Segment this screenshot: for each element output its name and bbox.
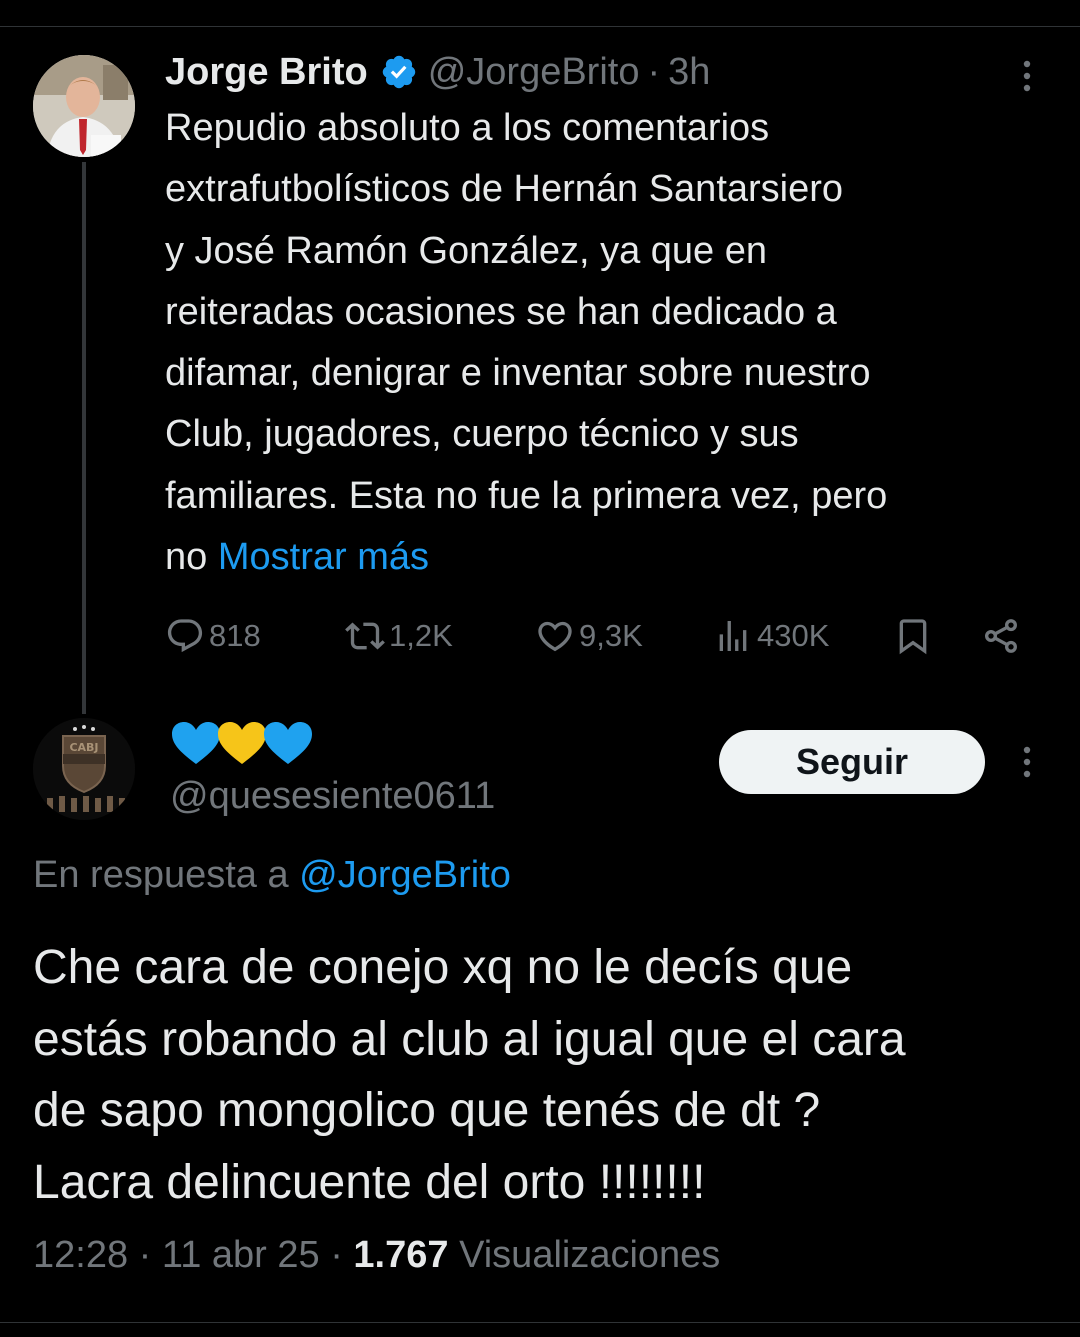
meta-separator: · bbox=[138, 1234, 152, 1276]
share-button[interactable] bbox=[981, 606, 1021, 666]
tweet-text-last-line: no Mostrar más bbox=[165, 527, 1060, 588]
share-icon bbox=[985, 619, 1017, 653]
views-button[interactable]: 430K bbox=[713, 606, 829, 666]
reply-metadata: 12:28 · 11 abr 25 · 1.767 Visualizacione… bbox=[33, 1234, 720, 1277]
reply-icon bbox=[167, 619, 203, 653]
reply-to-prefix: En respuesta a bbox=[33, 854, 289, 896]
reply-display-name[interactable] bbox=[170, 716, 312, 772]
avatar[interactable] bbox=[33, 55, 135, 157]
club-crest-avatar: CABJ bbox=[33, 718, 135, 820]
header-separator: · bbox=[647, 50, 661, 93]
views-count: 430K bbox=[757, 618, 830, 653]
tweet-timestamp[interactable]: 3h bbox=[668, 51, 710, 94]
tweet-text-line: y José Ramón González, ya que en bbox=[165, 229, 768, 272]
tweet-text: Repudio absoluto a los comentarios extra… bbox=[165, 98, 1060, 588]
view-count: 1.767 bbox=[353, 1234, 449, 1276]
tweet-text-line: extrafutbolísticos de Hernán Santarsiero bbox=[165, 168, 844, 211]
reply-author-handle[interactable]: @quesesiente0611 bbox=[170, 775, 495, 818]
author-handle[interactable]: @JorgeBrito bbox=[428, 51, 640, 94]
analytics-icon bbox=[719, 621, 747, 651]
blue-heart-icon bbox=[264, 722, 312, 764]
reply-button[interactable]: 818 bbox=[165, 606, 261, 666]
verified-badge-icon bbox=[382, 55, 415, 89]
reply-text: Che cara de conejo xq no le decís que es… bbox=[33, 932, 1063, 1218]
tweet-text-line: no bbox=[165, 536, 208, 579]
like-button[interactable]: 9,3K bbox=[535, 606, 643, 666]
show-more-link[interactable]: Mostrar más bbox=[218, 536, 429, 578]
reply-text-line: de sapo mongolico que tenés de dt ? bbox=[33, 1084, 821, 1137]
blue-heart-icon bbox=[172, 722, 220, 764]
tweet-text-line: familiares. Esta no fue la primera vez, … bbox=[165, 474, 888, 517]
reply-time[interactable]: 12:28 bbox=[33, 1234, 128, 1276]
more-options-icon[interactable] bbox=[1012, 742, 1042, 782]
repost-icon bbox=[345, 622, 385, 650]
author-name[interactable]: Jorge Brito bbox=[165, 51, 368, 94]
thread-connector-line bbox=[82, 162, 86, 714]
top-divider bbox=[0, 26, 1080, 27]
tweet-header: Jorge Brito @JorgeBrito · 3h bbox=[165, 48, 710, 96]
tweet-text-line: Club, jugadores, cuerpo técnico y sus bbox=[165, 413, 799, 456]
bottom-divider bbox=[0, 1322, 1080, 1323]
reply-text-line: estás robando al club al igual que el ca… bbox=[33, 1012, 906, 1066]
reply-text-line: Lacra delincuente del orto !!!!!!!! bbox=[33, 1155, 706, 1209]
tweet-text-line: difamar, denigrar e inventar sobre nuest… bbox=[165, 352, 871, 395]
views-label: Visualizaciones bbox=[459, 1234, 721, 1276]
heart-icon bbox=[538, 621, 572, 652]
repost-count: 1,2K bbox=[389, 618, 453, 653]
tweet-text-line: Repudio absoluto a los comentarios bbox=[165, 107, 770, 149]
reply-context: En respuesta a @JorgeBrito bbox=[33, 854, 511, 897]
follow-button[interactable]: Seguir bbox=[719, 730, 985, 794]
repost-button[interactable]: 1,2K bbox=[345, 606, 453, 666]
avatar-image bbox=[33, 55, 135, 157]
bookmark-button[interactable] bbox=[893, 606, 933, 666]
yellow-heart-icon bbox=[218, 722, 266, 764]
reply-avatar[interactable]: CABJ bbox=[33, 718, 135, 820]
reply-text-line: Che cara de conejo xq no le decís que bbox=[33, 941, 853, 994]
bookmark-icon bbox=[899, 619, 927, 655]
like-count: 9,3K bbox=[579, 618, 643, 653]
more-options-icon[interactable] bbox=[1012, 56, 1042, 96]
tweet-text-line: reiteradas ocasiones se han dedicado a bbox=[165, 290, 837, 333]
meta-separator: · bbox=[330, 1234, 343, 1276]
tweet-actions: 818 1,2K 9,3K 430K bbox=[165, 606, 1035, 666]
reply-to-handle-link[interactable]: @JorgeBrito bbox=[299, 854, 511, 896]
reply-date[interactable]: 11 abr 25 bbox=[162, 1234, 320, 1276]
svg-text:CABJ: CABJ bbox=[69, 741, 98, 754]
reply-count: 818 bbox=[209, 618, 261, 653]
